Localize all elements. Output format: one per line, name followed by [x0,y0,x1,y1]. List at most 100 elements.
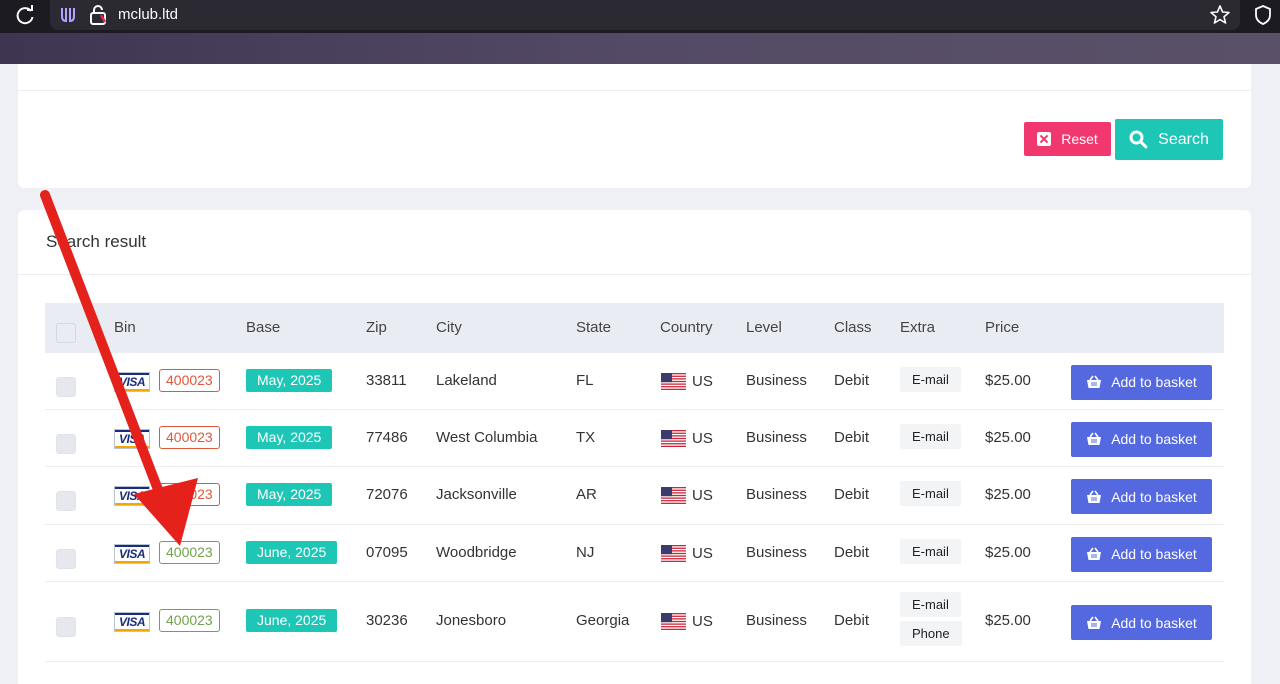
state-cell: Georgia [576,612,630,629]
base-badge: May, 2025 [246,425,333,449]
address-bar[interactable] [50,0,1240,30]
class-cell: Debit [834,428,870,446]
country-cell: US [692,429,713,447]
basket-icon [1086,547,1111,561]
shield-icon[interactable] [1252,4,1274,26]
lock-icon[interactable] [89,5,107,25]
state-cell: FL [576,371,594,389]
add-to-basket-label: Add to basket [1111,374,1197,390]
extra-badge: E-mail [900,481,961,506]
column-header-state[interactable]: State [576,319,611,336]
visa-card-logo: VISA [114,428,150,449]
row-checkbox[interactable] [56,491,76,511]
bookmark-star-icon[interactable] [1209,4,1231,26]
level-cell: Business [746,486,807,503]
basket-icon [1086,490,1111,504]
close-box-icon [1037,132,1052,146]
column-header-zip[interactable]: Zip [366,319,387,336]
tracking-protection-icon[interactable] [58,5,78,25]
zip-cell: 72076 [366,486,408,503]
search-label: Search [1158,130,1209,148]
add-to-basket-label: Add to basket [1111,431,1197,447]
country-cell: US [692,487,713,504]
bin-badge: 400023 [159,609,220,632]
visa-card-logo: VISA [114,371,150,392]
url-text[interactable]: mclub.ltd [118,6,178,23]
visa-card-logo: VISA [114,486,150,506]
search-results-card: Search result Bin Base Zip City State Co… [18,210,1251,684]
bin-badge: 400023 [159,540,220,564]
country-cell: US [692,372,713,390]
extra-badge: E-mail [900,538,961,564]
country-cell: US [692,544,713,562]
row-checkbox[interactable] [56,433,76,454]
table-row: VISA 400023 June, 2025 30236 Jonesboro Georgi… [45,582,1224,662]
row-checkbox[interactable] [56,376,76,397]
state-cell: AR [576,486,597,503]
add-to-basket-label: Add to basket [1111,546,1197,562]
zip-cell: 07095 [366,543,408,561]
add-to-basket-button[interactable]: Add to basket [1071,536,1212,572]
state-cell: TX [576,428,596,446]
price-cell: $25.00 [985,486,1031,503]
level-cell: Business [746,612,807,629]
column-header-bin[interactable]: Bin [114,319,136,336]
price-cell: $25.00 [985,428,1031,446]
results-title: Search result [46,232,147,251]
table-row: VISA 400023 May, 2025 77486 West Columbia TX U… [45,410,1224,467]
site-header-bar [0,33,1280,64]
base-badge: May, 2025 [246,368,333,392]
row-checkbox[interactable] [56,548,76,569]
visa-card-logo: VISA [114,543,150,564]
select-all-checkbox[interactable] [56,323,76,343]
reset-button[interactable]: Reset [1024,122,1111,156]
price-cell: $25.00 [985,371,1031,389]
add-to-basket-label: Add to basket [1111,614,1197,631]
column-header-price[interactable]: Price [985,319,1019,336]
visa-card-logo: VISA [114,612,150,632]
row-checkbox[interactable] [56,617,76,637]
bin-badge: 400023 [159,425,220,449]
us-flag-icon [661,613,686,630]
country-cell: US [692,613,713,630]
bin-badge: 400023 [159,368,220,392]
base-badge: June, 2025 [246,609,338,632]
level-cell: Business [746,371,807,389]
add-to-basket-button[interactable]: Add to basket [1071,605,1212,640]
price-cell: $25.00 [985,543,1031,561]
reload-icon[interactable] [14,5,36,27]
add-to-basket-label: Add to basket [1111,488,1197,505]
add-to-basket-button[interactable]: Add to basket [1071,421,1212,457]
class-cell: Debit [834,371,870,389]
us-flag-icon [661,487,686,504]
basket-icon [1086,616,1111,630]
class-cell: Debit [834,612,870,629]
table-header: Bin Base Zip City State Country Level Cl… [45,303,1224,353]
column-header-city[interactable]: City [436,319,462,336]
search-button[interactable]: Search [1115,119,1223,160]
column-header-class[interactable]: Class [834,319,872,336]
add-to-basket-button[interactable]: Add to basket [1071,364,1212,400]
zip-cell: 77486 [366,428,408,446]
add-to-basket-button[interactable]: Add to basket [1071,479,1212,514]
city-cell: Lakeland [436,371,497,389]
column-header-level[interactable]: Level [746,319,782,336]
column-header-extra[interactable]: Extra [900,319,935,336]
zip-cell: 30236 [366,612,408,629]
table-row: VISA 400023 May, 2025 33811 Lakeland FL US Busi… [45,353,1224,410]
column-header-country[interactable]: Country [660,319,713,336]
base-badge: May, 2025 [246,483,333,506]
level-cell: Business [746,543,807,561]
table-row: VISA 400023 June, 2025 07095 Woodbridge NJ US B… [45,525,1224,582]
basket-icon [1086,375,1111,389]
city-cell: West Columbia [436,428,538,446]
extra-badge: E-mail [900,592,961,617]
class-cell: Debit [834,543,870,561]
us-flag-icon [661,544,686,562]
extra-badge: E-mail [900,423,961,449]
bin-badge: 400023 [159,483,220,506]
base-badge: June, 2025 [246,540,338,564]
filter-card: Reset Search [18,64,1251,188]
reset-label: Reset [1061,131,1098,147]
column-header-base[interactable]: Base [246,319,280,336]
